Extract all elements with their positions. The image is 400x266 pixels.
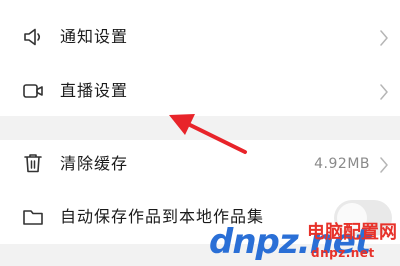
watermark-site-name: 电脑配置网 (307, 222, 397, 243)
watermark-site-url: dnpz.net (311, 246, 375, 260)
watermark: dnpz.net 电脑配置网 dnpz.net (203, 218, 400, 266)
